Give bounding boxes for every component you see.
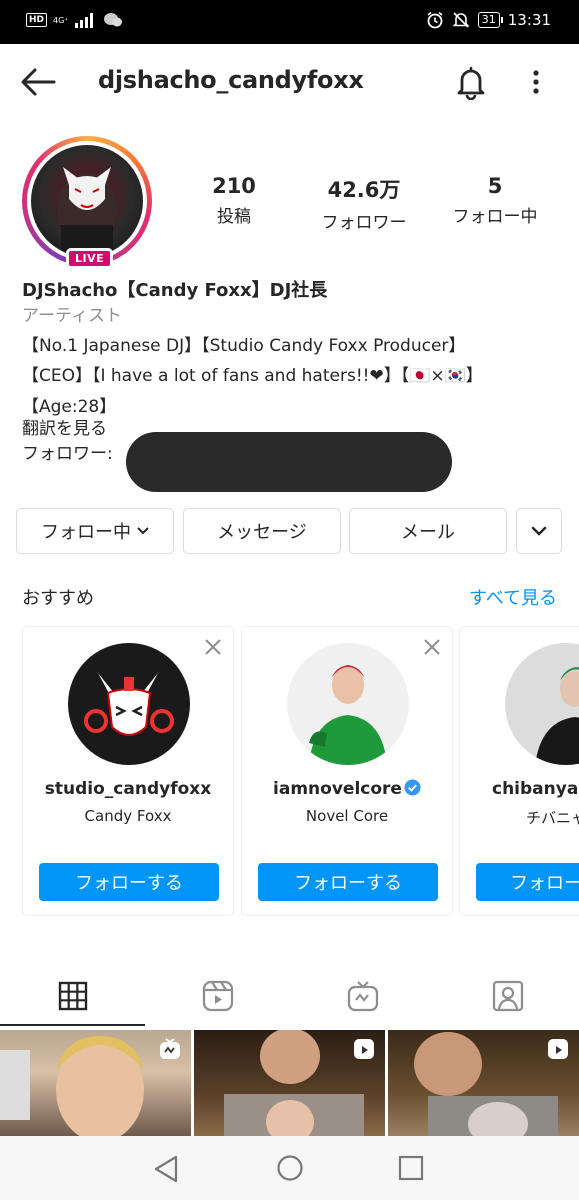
following-count: 5 [487, 174, 503, 198]
tab-igtv[interactable] [290, 966, 435, 1026]
mail-button-label: メール [401, 522, 455, 543]
suggestion-card[interactable]: iamnovelcore Novel Core フォローする [241, 626, 453, 916]
post-thumbnail[interactable] [388, 1030, 579, 1136]
status-bar: HD 4G⁺ 31 13:31 [0, 0, 579, 44]
post-thumbnail[interactable] [0, 1030, 191, 1136]
message-button[interactable]: メッセージ [183, 508, 341, 554]
followers-count: 42.6万 [327, 178, 401, 202]
suggestion-name: Novel Core [305, 807, 389, 825]
active-tab-indicator [0, 1024, 145, 1026]
follow-button[interactable]: フォローする [39, 863, 219, 901]
avatar[interactable] [68, 643, 190, 765]
signal-icon [74, 13, 93, 28]
suggestion-username[interactable]: studio_candyfoxx [23, 779, 233, 799]
followers-label: フォロワー [321, 213, 407, 233]
suggestion-name: チバニャ [526, 809, 579, 827]
profile-header: djshacho_candyfoxx [0, 44, 579, 120]
profile-tabs [0, 966, 579, 1026]
stat-followers[interactable]: 42.6万 フォロワー [304, 174, 424, 233]
nav-back-icon[interactable] [152, 1154, 180, 1184]
posts-label: 投稿 [217, 207, 251, 227]
more-options-icon[interactable] [524, 66, 548, 98]
bio-section: DJShacho【Candy Foxx】DJ社長 アーティスト 【No.1 Ja… [22, 280, 562, 492]
avatar[interactable] [505, 643, 579, 765]
tab-reels[interactable] [145, 966, 290, 1026]
page-title: djshacho_candyfoxx [98, 66, 364, 94]
grid-icon [58, 981, 87, 1011]
message-button-label: メッセージ [217, 522, 307, 543]
followed-by-label: フォロワー: [22, 443, 113, 464]
following-button[interactable]: フォロー中 [16, 508, 174, 554]
back-arrow-icon[interactable] [20, 66, 56, 98]
stat-posts[interactable]: 210 投稿 [174, 174, 294, 227]
chevron-down-icon [531, 526, 547, 536]
close-icon[interactable] [422, 637, 442, 657]
suggestion-card[interactable]: chibanyan チバニャ フォロー [459, 626, 579, 916]
live-badge: LIVE [66, 248, 114, 269]
suggestion-name: Candy Foxx [84, 807, 172, 825]
verified-badge-icon [404, 779, 421, 796]
suggestion-username[interactable]: iamnovelcore [242, 779, 452, 799]
igtv-badge-icon [160, 1038, 180, 1059]
person-portrait-icon [309, 665, 387, 765]
wechat-notification-icon [103, 13, 122, 27]
hd-indicator: HD [26, 13, 48, 27]
following-label: フォロー中 [452, 207, 538, 227]
category-label: アーティスト [22, 305, 122, 326]
suggestions-toggle-button[interactable] [516, 508, 562, 554]
stat-following[interactable]: 5 フォロー中 [435, 174, 555, 227]
bio-line-1: 【No.1 Japanese DJ】【Studio Candy Foxx Pro… [22, 335, 466, 356]
igtv-icon [347, 981, 378, 1012]
avatar[interactable] [287, 643, 409, 765]
suggestions-title: おすすめ [22, 588, 94, 609]
reels-icon [202, 980, 233, 1012]
bell-icon[interactable] [454, 64, 488, 100]
reels-badge-icon [548, 1039, 568, 1059]
suggestion-username-text: iamnovelcore [273, 779, 402, 799]
following-button-label: フォロー中 [41, 522, 131, 543]
see-all-link[interactable]: すべて見る [469, 584, 557, 610]
close-icon[interactable] [203, 637, 223, 657]
fox-mask-logo-icon [84, 673, 174, 736]
mute-icon [452, 12, 470, 28]
bio-line-3: 【Age:28】 [22, 396, 117, 417]
alarm-icon [427, 11, 443, 29]
post-thumbnail[interactable] [194, 1030, 385, 1136]
mail-button[interactable]: メール [349, 508, 507, 554]
follow-button[interactable]: フォローする [258, 863, 438, 901]
redaction-overlay [126, 432, 452, 492]
fox-mask-portrait-icon [57, 167, 117, 257]
reels-badge-icon [354, 1039, 374, 1059]
avatar [31, 145, 143, 257]
system-navigation-bar [0, 1136, 579, 1200]
network-indicator: 4G⁺ [53, 15, 69, 25]
tab-tagged[interactable] [435, 966, 579, 1026]
person-portrait-icon [535, 667, 579, 765]
chevron-down-icon [137, 527, 149, 535]
profile-avatar[interactable] [22, 136, 152, 266]
clock: 13:31 [507, 11, 551, 29]
follow-button[interactable]: フォロー [476, 863, 579, 901]
display-name: DJShacho【Candy Foxx】DJ社長 [22, 280, 328, 301]
nav-recents-icon[interactable] [398, 1155, 424, 1181]
tab-grid[interactable] [0, 966, 145, 1026]
nav-home-icon[interactable] [276, 1154, 304, 1182]
posts-count: 210 [212, 174, 256, 198]
suggestion-username[interactable]: chibanyan [460, 779, 579, 799]
bio-line-2: 【CEO】【I have a lot of fans and haters!!❤… [22, 366, 483, 387]
battery-indicator: 31 [477, 12, 503, 28]
tagged-person-icon [492, 980, 523, 1012]
suggestion-card[interactable]: studio_candyfoxx Candy Foxx フォローする [22, 626, 234, 916]
